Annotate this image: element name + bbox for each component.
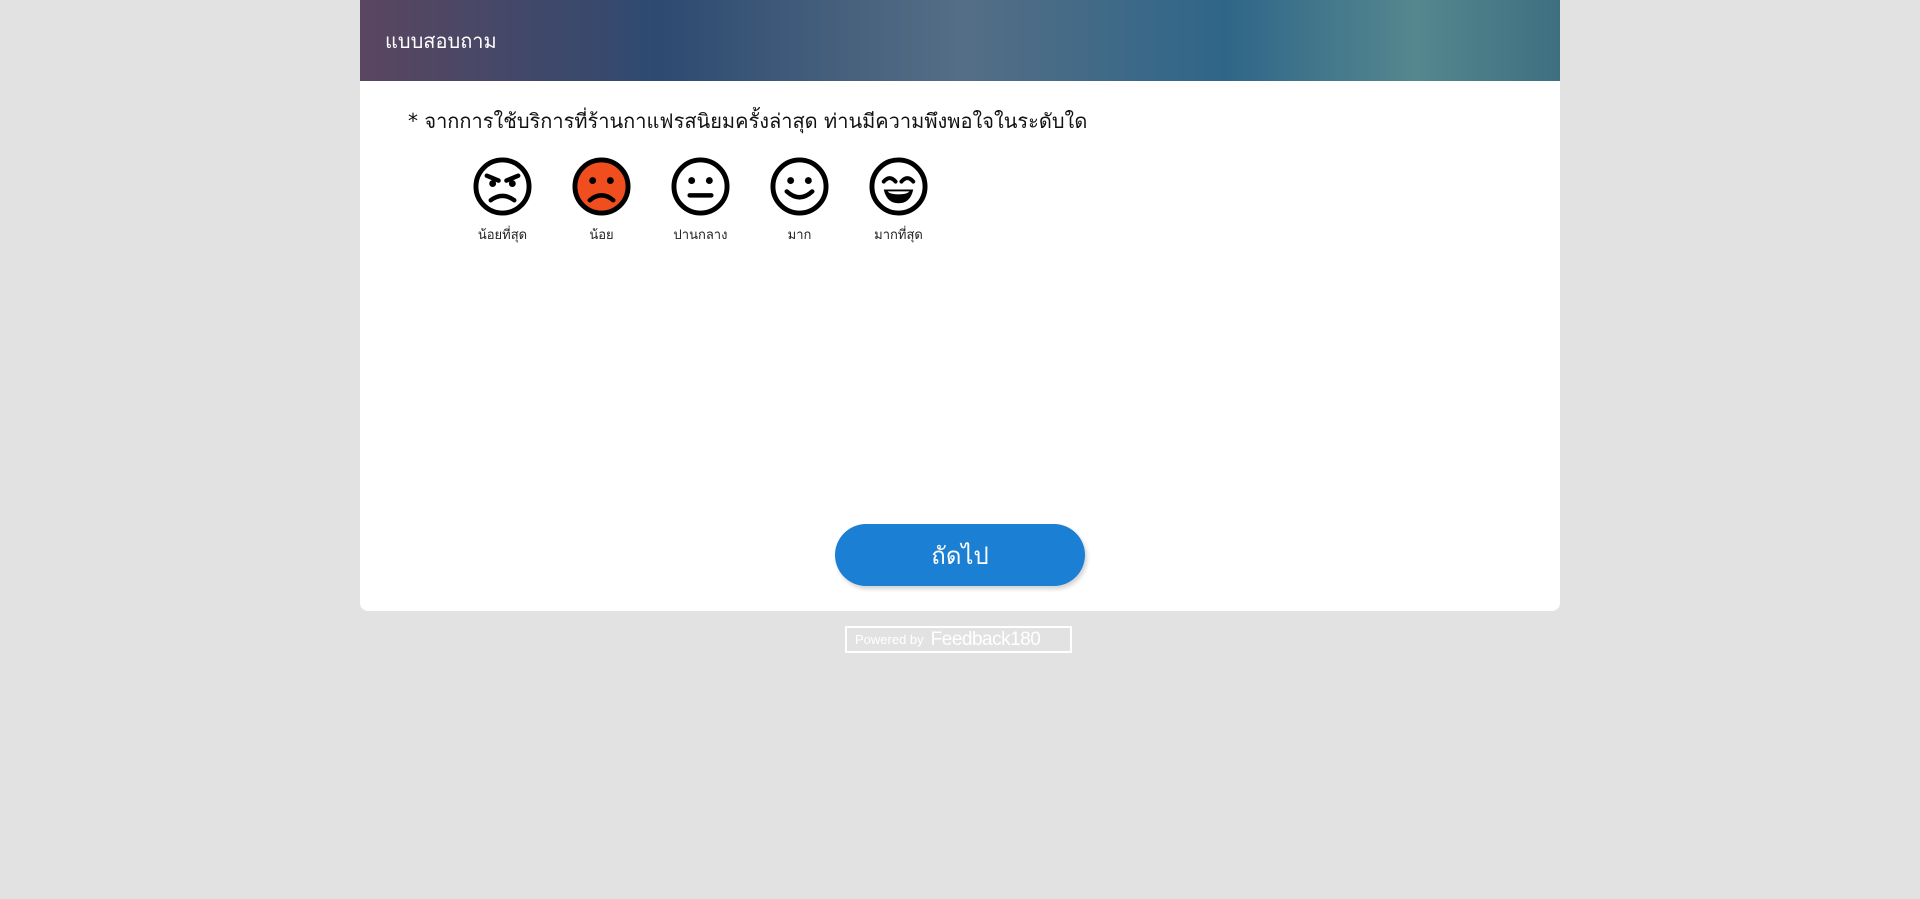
rating-label: น้อย (589, 228, 614, 243)
powered-by-text: Powered by (855, 632, 924, 647)
rating-label: น้อยที่สุด (477, 228, 528, 243)
grinning-face-icon (869, 157, 928, 216)
rating-label: มากที่สุด (874, 228, 923, 243)
survey-header: แบบสอบถาม (360, 0, 1560, 81)
rating-option-4[interactable]: มาก (750, 157, 849, 245)
rating-label: มาก (787, 228, 812, 243)
frowning-face-icon (572, 157, 631, 216)
survey-title: แบบสอบถาม (385, 28, 497, 53)
rating-option-2[interactable]: น้อย (552, 157, 651, 245)
smiling-face-icon (770, 157, 829, 216)
neutral-face-icon (671, 157, 730, 216)
question-text: * จากการใช้บริการที่ร้านกาแฟรสนิยมครั้งล… (408, 109, 1088, 133)
powered-by-badge[interactable]: Powered by Feedback180 (845, 626, 1072, 653)
rating-option-1[interactable]: น้อยที่สุด (453, 157, 552, 245)
survey-card: แบบสอบถาม * จากการใช้บริการที่ร้านกาแฟรส… (360, 0, 1560, 611)
rating-scale: น้อยที่สุด น้อย ปานกลาง มาก มากที่สุด (453, 157, 948, 245)
rating-option-3[interactable]: ปานกลาง (651, 157, 750, 245)
angry-face-icon (473, 157, 532, 216)
next-button[interactable]: ถัดไป (835, 524, 1085, 586)
rating-option-5[interactable]: มากที่สุด (849, 157, 948, 245)
brand-logo: Feedback180 (930, 628, 1041, 650)
rating-label: ปานกลาง (673, 228, 728, 243)
